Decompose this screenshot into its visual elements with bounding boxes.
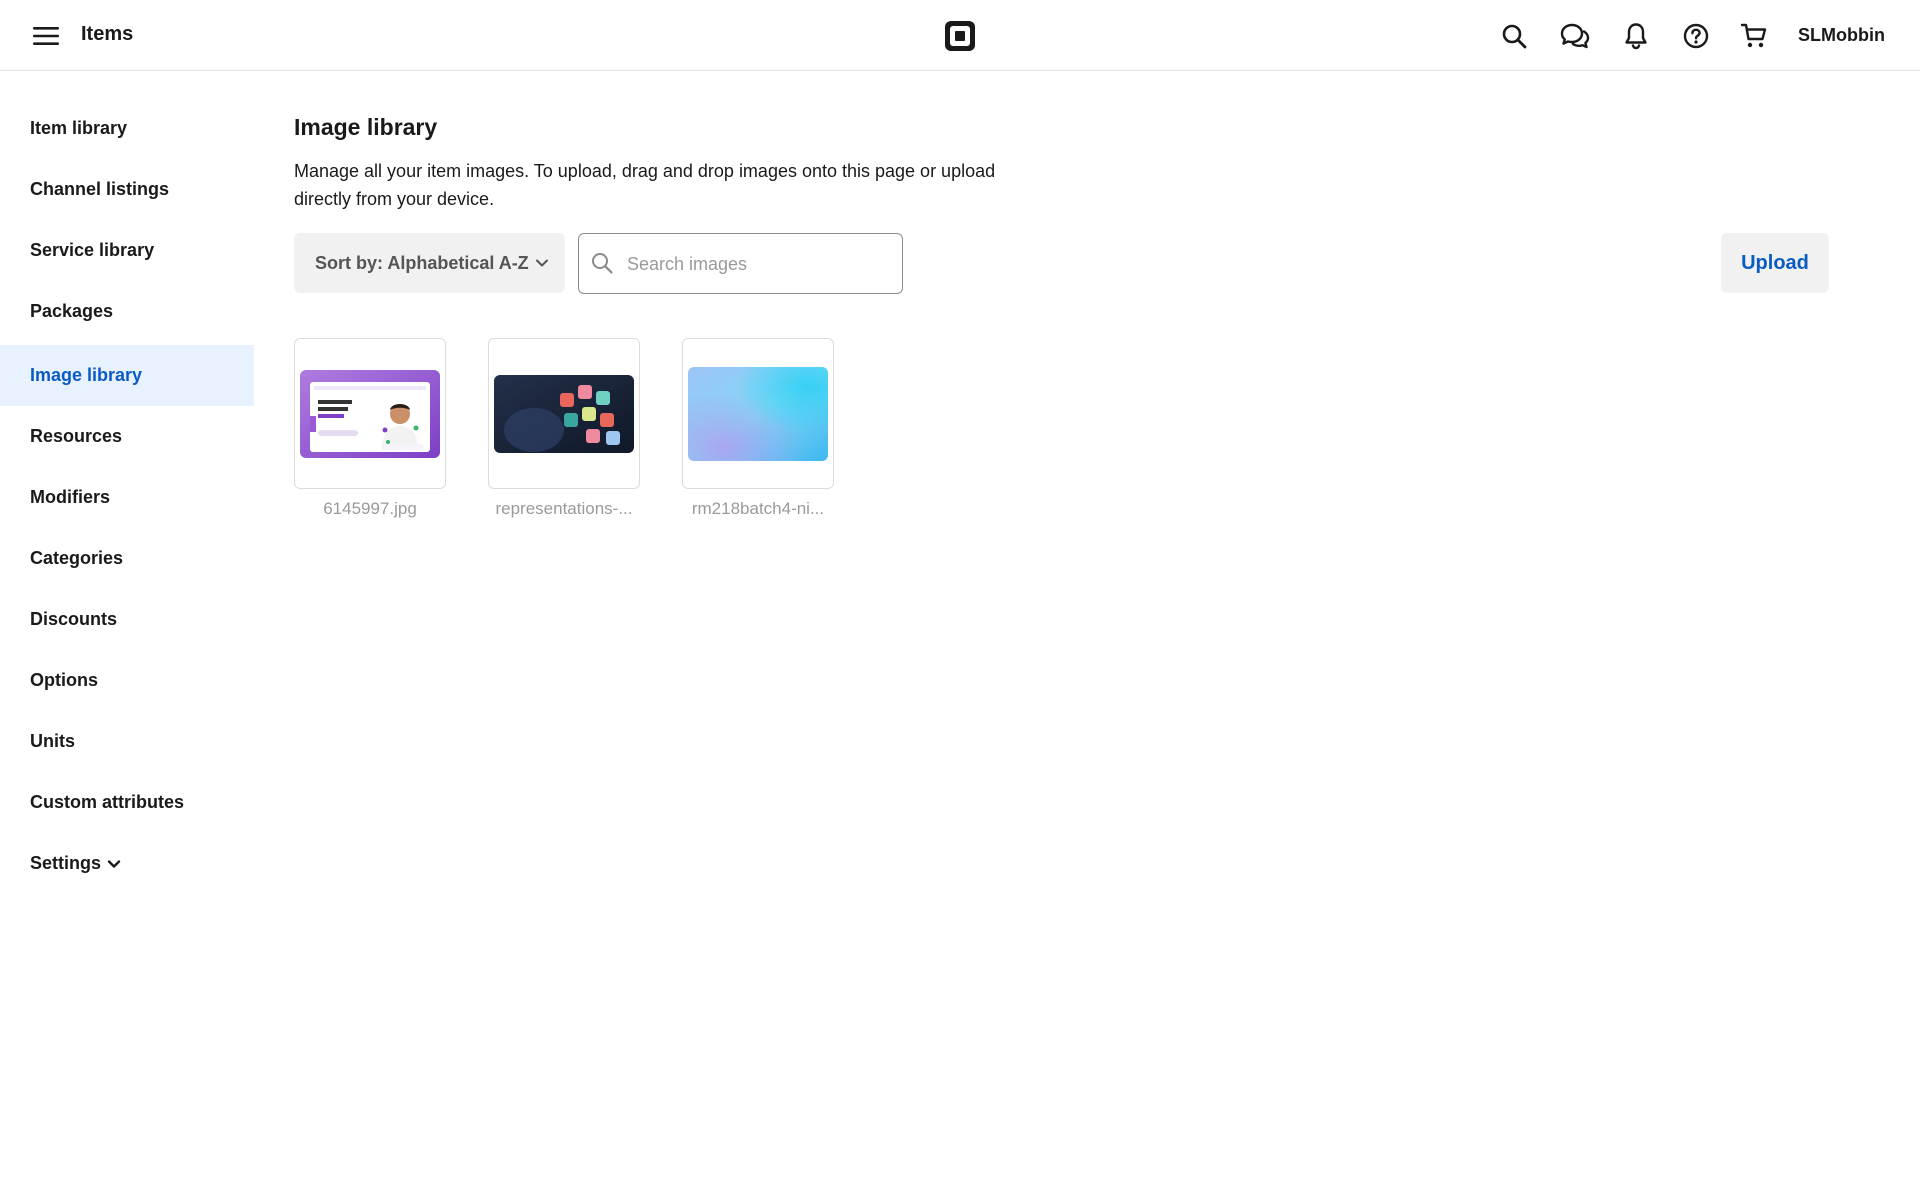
sidebar-item-image-library[interactable]: Image library [0, 345, 254, 406]
help-icon [1683, 23, 1709, 49]
page-description: Manage all your item images. To upload, … [294, 161, 996, 209]
help-button[interactable] [1677, 17, 1715, 55]
messages-icon [1560, 23, 1590, 49]
image-thumbnail-frame [682, 338, 834, 489]
sidebar-item-service-library[interactable]: Service library [0, 220, 254, 281]
menu-icon [33, 27, 59, 45]
notifications-button[interactable] [1617, 17, 1655, 55]
sidebar-item-settings[interactable]: Settings [0, 833, 254, 894]
messages-button[interactable] [1556, 17, 1594, 55]
image-tile[interactable]: rm218batch4-ni... [682, 338, 836, 519]
cart-button[interactable] [1735, 17, 1773, 55]
sidebar-item-custom-attributes[interactable]: Custom attributes [0, 772, 254, 833]
sidebar-item-item-library[interactable]: Item library [0, 98, 254, 159]
image-file-name: representations-... [495, 499, 633, 518]
user-account-button[interactable]: SLMobbin [1798, 25, 1885, 46]
image-tile[interactable]: 6145997.jpg [294, 338, 448, 519]
image-file-name: 6145997.jpg [323, 499, 417, 518]
cart-icon [1740, 23, 1767, 48]
search-button[interactable] [1495, 17, 1533, 55]
upload-button[interactable]: Upload [1721, 233, 1829, 293]
image-tile[interactable]: representations-... [488, 338, 642, 519]
image-thumbnail-frame [294, 338, 446, 489]
app-title: Items [81, 23, 134, 45]
image-thumbnail [300, 369, 440, 458]
search-icon [592, 253, 613, 274]
sidebar-item-categories[interactable]: Categories [0, 528, 254, 589]
image-thumbnail-frame [488, 338, 640, 489]
search-box [578, 233, 903, 294]
image-file-name: rm218batch4-ni... [691, 499, 825, 518]
square-logo-icon[interactable] [944, 20, 976, 52]
page-title: Image library [294, 114, 438, 140]
sort-label: Sort by: Alphabetical A-Z [315, 252, 529, 273]
sidebar-item-discounts[interactable]: Discounts [0, 589, 254, 650]
search-icon [1502, 24, 1527, 49]
image-thumbnail [494, 374, 634, 453]
image-thumbnail [688, 366, 828, 461]
chevron-down-icon [107, 859, 121, 869]
bell-icon [1625, 23, 1647, 50]
sidebar-item-options[interactable]: Options [0, 650, 254, 711]
sidebar-item-resources[interactable]: Resources [0, 406, 254, 467]
sidebar-item-channel-listings[interactable]: Channel listings [0, 159, 254, 220]
menu-button[interactable] [26, 19, 66, 53]
sidebar-item-modifiers[interactable]: Modifiers [0, 467, 254, 528]
sort-dropdown[interactable]: Sort by: Alphabetical A-Z [294, 233, 565, 293]
top-bar: Items SLMobbin [0, 0, 1920, 71]
sidebar-item-packages[interactable]: Packages [0, 281, 254, 342]
search-input[interactable] [625, 234, 899, 294]
sidebar-item-units[interactable]: Units [0, 711, 254, 772]
chevron-down-icon [535, 258, 549, 268]
